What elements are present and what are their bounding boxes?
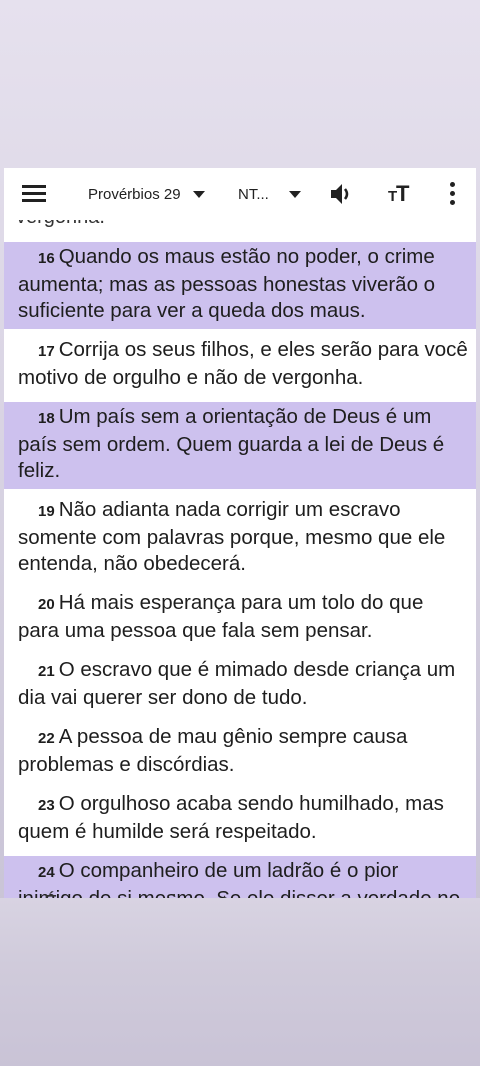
chapter-content[interactable]: vergonha. 16Quando os maus estão no pode… — [4, 220, 476, 898]
verse-text: A pessoa de mau gênio sempre causa probl… — [18, 725, 408, 776]
more-vertical-icon[interactable] — [448, 182, 456, 206]
version-label: NT... — [238, 185, 269, 203]
verse-number: 21 — [38, 663, 55, 680]
chevron-down-icon — [288, 190, 301, 198]
text-size-icon[interactable]: TT — [388, 180, 416, 208]
verse-number: 23 — [38, 797, 55, 814]
verse-number: 24 — [38, 864, 55, 881]
partial-verse-text: vergonha. — [16, 220, 105, 230]
verse-18[interactable]: 18 Um país sem a orientação de Deus é um … — [4, 402, 476, 489]
verse-number: 20 — [38, 596, 55, 613]
verse-17[interactable]: 17 Corrija os seus filhos, e eles serão p… — [4, 335, 476, 396]
verse-21[interactable]: 21 O escravo que é mimado desde criança u… — [4, 655, 476, 716]
verse-number: 18 — [38, 410, 55, 427]
verse-number: 19 — [38, 503, 55, 520]
verse-text: O escravo que é mimado desde criança um … — [18, 658, 456, 709]
verse-text: Não adianta nada corrigir um escravo som… — [18, 498, 446, 575]
background-blur — [0, 898, 480, 1066]
verse-text: Há mais esperança para um tolo do que pa… — [18, 591, 424, 642]
partial-verse-text: É perigoso se importar com o que — [44, 890, 344, 898]
verse-number: 16 — [38, 250, 55, 267]
menu-icon[interactable] — [22, 185, 46, 203]
verse-text: O orgulhoso acaba sendo humilhado, mas q… — [18, 792, 444, 843]
chevron-down-icon — [192, 190, 205, 198]
verse-number: 22 — [38, 730, 55, 747]
verse-list: 16 Quando os maus estão no poder, o crime… — [4, 242, 476, 898]
verse-number: 17 — [38, 343, 55, 360]
volume-icon[interactable] — [329, 182, 355, 206]
verse-22[interactable]: 22 A pessoa de mau gênio sempre causa pro… — [4, 722, 476, 783]
verse-19[interactable]: 19 Não adianta nada corrigir um escravo s… — [4, 495, 476, 582]
book-chapter-label: Provérbios 29 — [88, 185, 181, 203]
bible-reader-window: Provérbios 29 NT... TT vergonha. 16Quand… — [4, 168, 476, 898]
verse-text: Um país sem a orientação de Deus é um pa… — [18, 405, 445, 482]
verse-20[interactable]: 20 Há mais esperança para um tolo do que … — [4, 588, 476, 649]
toolbar: Provérbios 29 NT... TT — [4, 168, 476, 220]
verse-23[interactable]: 23 O orgulhoso acaba sendo humilhado, mas… — [4, 789, 476, 850]
verse-text: Corrija os seus filhos, e eles serão par… — [18, 338, 468, 389]
version-selector[interactable]: NT... — [238, 182, 301, 206]
verse-16[interactable]: 16 Quando os maus estão no poder, o crime… — [4, 242, 476, 329]
book-chapter-selector[interactable]: Provérbios 29 — [88, 182, 205, 206]
verse-text: Quando os maus estão no poder, o crime a… — [18, 245, 436, 322]
